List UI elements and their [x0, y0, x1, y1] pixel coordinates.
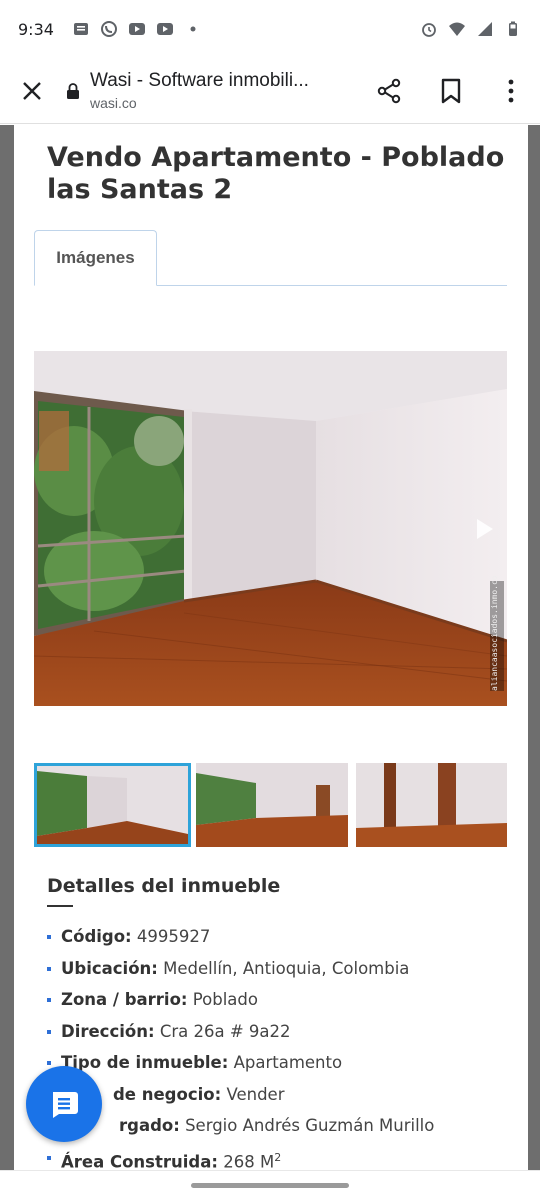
- alarm-icon: [422, 23, 436, 37]
- bookmark-button[interactable]: [420, 58, 482, 124]
- detail-label: Dirección:: [61, 1021, 155, 1041]
- bookmark-icon: [441, 78, 461, 103]
- more-vert-icon: [508, 79, 514, 102]
- detail-direccion: Dirección: Cra 26a # 9a22: [47, 1016, 507, 1048]
- thumbnail-image: [196, 763, 348, 847]
- status-bar: 9:34: [0, 0, 540, 58]
- detail-tipo-inmueble: Tipo de inmueble: Apartamento: [47, 1047, 507, 1079]
- detail-value: Medellín, Antioquia, Colombia: [163, 958, 410, 978]
- detail-value: Cra 26a # 9a22: [159, 1021, 291, 1041]
- youtube-icon: [156, 23, 173, 35]
- gesture-nav-bar: [0, 1170, 540, 1200]
- wifi-icon: [449, 22, 465, 36]
- close-icon: [23, 81, 41, 100]
- browser-toolbar: Wasi - Software inmobili... wasi.co: [0, 58, 540, 124]
- detail-sup: 2: [274, 1150, 282, 1164]
- dot-icon: [190, 26, 196, 32]
- share-button[interactable]: [358, 58, 420, 124]
- detail-label: Código:: [61, 927, 132, 946]
- details-heading: Detalles del inmueble: [47, 875, 281, 897]
- property-title: Vendo Apartamento - Poblado las Santas 2: [47, 142, 505, 205]
- battery-icon: [509, 21, 517, 36]
- property-details: Detalles del inmueble Código: 4995927 Ub…: [47, 875, 507, 1170]
- detail-ubicacion: Ubicación: Medellín, Antioquia, Colombia: [47, 953, 507, 985]
- youtube-icon: [128, 23, 145, 35]
- close-button[interactable]: [0, 58, 64, 124]
- thumbnail-image: [356, 763, 507, 847]
- photo-watermark: aliancaasociados.inmo.co: [490, 575, 504, 691]
- detail-zona: Zona / barrio: Poblado: [47, 984, 507, 1016]
- chat-button[interactable]: [26, 1066, 102, 1142]
- room-photo: [34, 351, 507, 706]
- thumbnail-image: [37, 766, 188, 844]
- thumbnail-strip: [34, 763, 507, 847]
- detail-value: Vender: [226, 1084, 285, 1104]
- page-title-area[interactable]: Wasi - Software inmobili... wasi.co: [64, 70, 358, 111]
- page-title: Wasi - Software inmobili...: [90, 70, 309, 91]
- tab-bar: Imágenes: [34, 230, 507, 286]
- detail-area: Área Construida: 268 M2: [47, 1142, 507, 1170]
- detail-codigo: Código: 4995927: [47, 921, 507, 953]
- thumbnail-1[interactable]: [34, 763, 191, 847]
- tab-imagenes[interactable]: Imágenes: [34, 230, 157, 286]
- home-gesture-handle[interactable]: [191, 1183, 349, 1188]
- page-url: wasi.co: [90, 95, 137, 111]
- next-image-arrow[interactable]: [473, 517, 495, 541]
- status-time: 9:34: [18, 19, 54, 39]
- page-content: Vendo Apartamento - Poblado las Santas 2…: [14, 125, 528, 1170]
- share-icon: [377, 78, 401, 103]
- thumbnail-2[interactable]: [196, 763, 348, 847]
- detail-value: 268 M: [223, 1152, 275, 1170]
- detail-label: Tipo de inmueble:: [61, 1053, 229, 1072]
- lock-icon: [67, 82, 79, 99]
- chat-icon: [53, 1092, 78, 1118]
- detail-value: Apartamento: [233, 1053, 343, 1072]
- detail-value: Poblado: [192, 990, 258, 1009]
- web-viewport: Vendo Apartamento - Poblado las Santas 2…: [0, 125, 540, 1170]
- thumbnail-3[interactable]: [356, 763, 507, 847]
- detail-tipo-negocio: de negocio: Vender: [47, 1079, 507, 1111]
- more-options-button[interactable]: [482, 58, 540, 124]
- detail-value: 4995927: [136, 927, 211, 946]
- detail-encargado: rgado: Sergio Andrés Guzmán Murillo: [47, 1110, 507, 1142]
- details-list: Código: 4995927 Ubicación: Medellín, Ant…: [47, 921, 507, 1170]
- detail-value: Sergio Andrés Guzmán Murillo: [185, 1116, 435, 1135]
- detail-label: de negocio:: [113, 1084, 222, 1104]
- detail-label: Área Construida:: [61, 1152, 218, 1170]
- news-icon: [73, 23, 88, 35]
- detail-label: Ubicación:: [61, 958, 158, 978]
- whatsapp-icon: [100, 21, 117, 37]
- detail-label: Zona / barrio:: [61, 990, 188, 1009]
- signal-icon: [478, 22, 492, 36]
- heading-underline: [47, 905, 73, 907]
- main-photo[interactable]: aliancaasociados.inmo.co: [34, 351, 507, 706]
- detail-label: rgado:: [119, 1116, 180, 1135]
